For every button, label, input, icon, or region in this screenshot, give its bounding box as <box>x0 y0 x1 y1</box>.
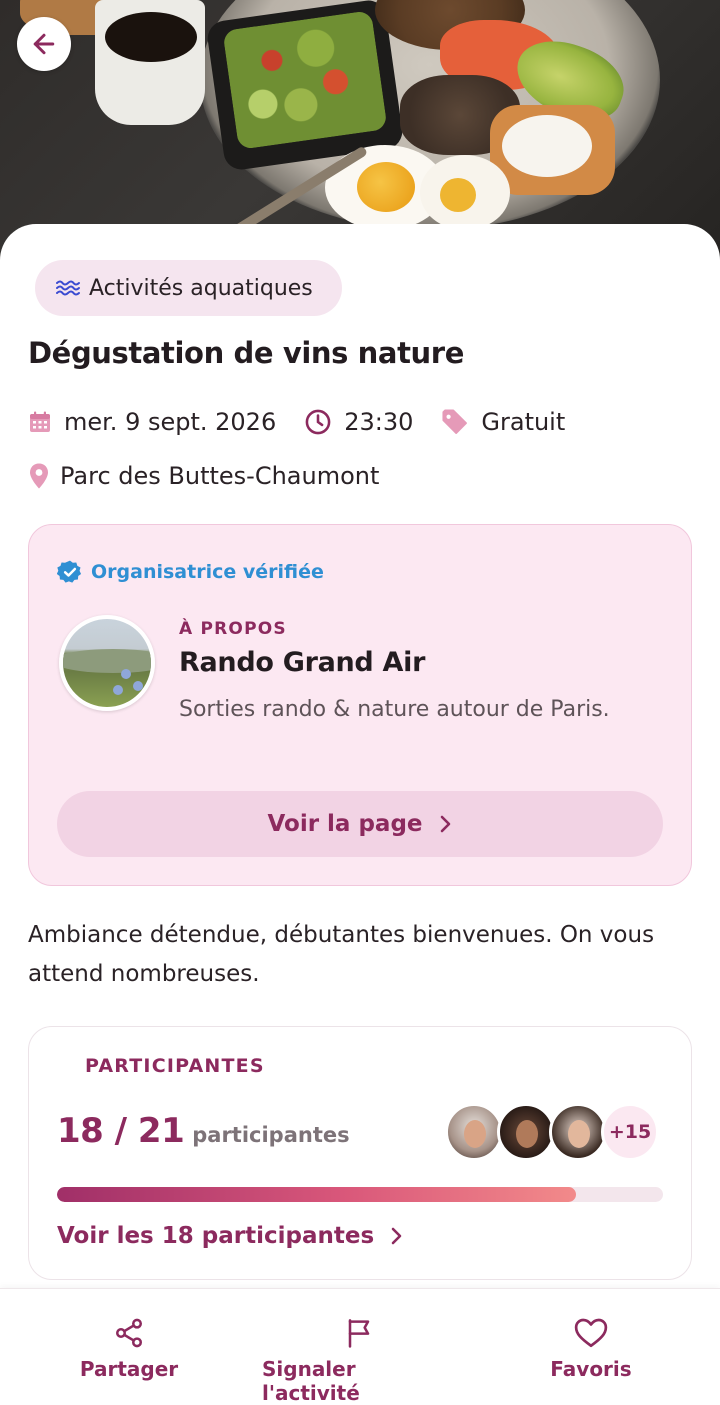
see-page-label: Voir la page <box>267 811 423 837</box>
bottom-action-bar: Partager Signaler l'activité Favoris <box>0 1288 720 1405</box>
hero-image <box>0 0 720 260</box>
organizer-card: Organisatrice vérifiée À PROPOS Rando Gr… <box>28 524 692 886</box>
more-participants-count: +15 <box>608 1121 652 1143</box>
event-description: Ambiance détendue, débutantes bienvenues… <box>28 922 655 987</box>
waves-icon <box>55 279 81 297</box>
organizer-description: Sorties rando & nature autour de Paris. <box>179 697 610 722</box>
event-price-text: Gratuit <box>481 408 566 436</box>
chevron-right-icon <box>437 814 453 834</box>
participants-section-label: PARTICIPANTES <box>85 1055 265 1077</box>
participants-count: 18 / 21 <box>57 1111 185 1151</box>
participants-card: PARTICIPANTES 18 / 21 participantes +15 … <box>28 1026 692 1280</box>
share-label: Partager <box>79 1357 179 1381</box>
event-price: Gratuit <box>441 408 565 436</box>
favorites-label: Favoris <box>550 1357 632 1381</box>
event-detail-sheet: Activités aquatiques Dégustation de vins… <box>0 224 720 1405</box>
tag-icon <box>441 408 469 436</box>
participants-unit: participantes <box>192 1123 350 1147</box>
arrow-left-icon <box>29 29 59 59</box>
about-label: À PROPOS <box>179 619 287 639</box>
coffee-shape <box>105 12 197 62</box>
participant-avatars[interactable]: +15 <box>445 1103 659 1161</box>
event-date: mer. 9 sept. 2026 <box>28 408 276 436</box>
participant-avatar[interactable] <box>549 1103 607 1161</box>
share-icon <box>113 1315 145 1351</box>
more-participants-badge[interactable]: +15 <box>601 1103 659 1161</box>
calendar-icon <box>28 410 52 434</box>
avatar-face-shape <box>568 1120 590 1148</box>
participants-count-row: 18 / 21 participantes <box>57 1111 350 1151</box>
map-pin-icon <box>28 462 50 490</box>
salad-shape <box>222 10 388 150</box>
event-location-text: Parc des Buttes-Chaumont <box>60 462 380 490</box>
heart-icon <box>574 1315 608 1351</box>
avatar-flower-shape <box>121 669 131 679</box>
see-page-button[interactable]: Voir la page <box>57 791 663 857</box>
organizer-avatar[interactable] <box>59 615 155 711</box>
event-date-text: mer. 9 sept. 2026 <box>64 408 277 436</box>
event-title: Dégustation de vins nature <box>28 336 464 370</box>
event-time-text: 23:30 <box>344 408 414 436</box>
favorites-button[interactable]: Favoris <box>548 1315 634 1381</box>
participants-progress-fill <box>57 1187 577 1202</box>
clock-icon <box>304 408 332 436</box>
category-chip[interactable]: Activités aquatiques <box>35 260 342 316</box>
see-participants-link[interactable]: Voir les 18 participantes <box>57 1223 404 1249</box>
verified-label: Organisatrice vérifiée <box>91 561 324 583</box>
chevron-right-icon <box>388 1226 404 1246</box>
organizer-name: Rando Grand Air <box>179 647 426 678</box>
avatar-face-shape <box>464 1120 486 1148</box>
participant-avatar[interactable] <box>497 1103 555 1161</box>
verified-badge: Organisatrice vérifiée <box>57 559 324 585</box>
participants-progress-bar <box>57 1187 663 1202</box>
yolk-shape <box>357 162 415 212</box>
back-button[interactable] <box>17 17 71 71</box>
category-label: Activités aquatiques <box>89 275 313 301</box>
cream-shape <box>502 115 592 177</box>
share-button[interactable]: Partager <box>80 1315 178 1381</box>
report-button[interactable]: Signaler l'activité <box>262 1315 458 1405</box>
verified-check-icon <box>57 559 83 585</box>
event-time: 23:30 <box>304 408 413 436</box>
event-location[interactable]: Parc des Buttes-Chaumont <box>28 456 407 496</box>
avatar-hill-shape <box>63 649 151 673</box>
event-meta-row: mer. 9 sept. 2026 23:30 Gratuit <box>28 402 593 442</box>
avatar-flower-shape <box>133 681 143 691</box>
event-location-item: Parc des Buttes-Chaumont <box>28 462 379 490</box>
report-label: Signaler l'activité <box>262 1357 360 1405</box>
flag-icon <box>344 1315 376 1351</box>
participant-avatar[interactable] <box>445 1103 503 1161</box>
avatar-face-shape <box>516 1120 538 1148</box>
yolk-shape <box>440 178 476 212</box>
avatar-flower-shape <box>113 685 123 695</box>
see-participants-label: Voir les 18 participantes <box>57 1223 375 1249</box>
